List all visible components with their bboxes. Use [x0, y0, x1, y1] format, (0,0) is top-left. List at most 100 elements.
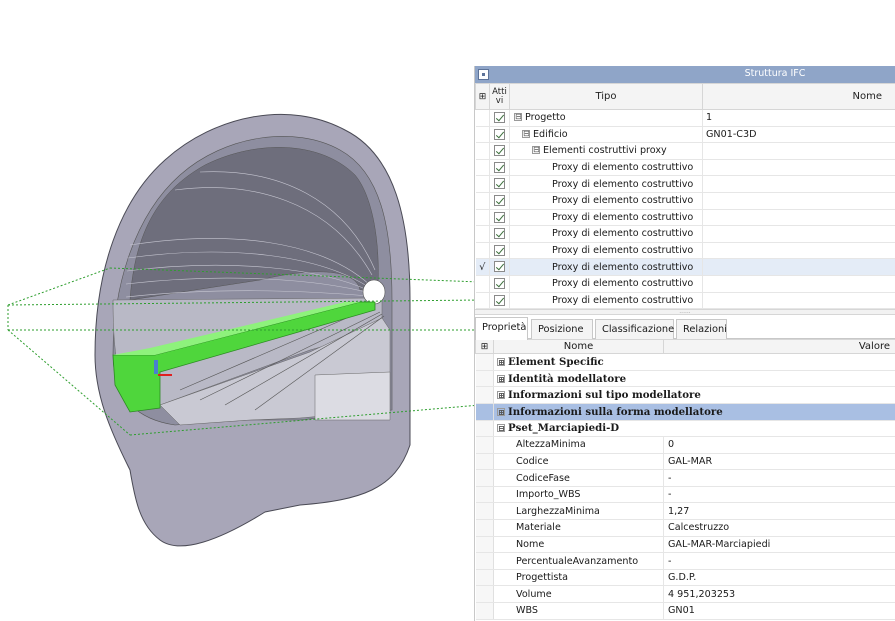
expand-icon[interactable]: ⊞ — [497, 391, 505, 400]
property-group-label-cell[interactable]: ⊞ Informazioni sulla forma modellatore — [493, 403, 895, 421]
expand-icon[interactable]: ⊞ — [497, 374, 505, 383]
tree-name-cell[interactable] — [702, 258, 895, 276]
3d-viewport[interactable] — [0, 0, 480, 621]
property-group-label-cell[interactable]: ⊞ Element Specific — [493, 353, 895, 371]
tab-relations[interactable]: Relazioni — [676, 319, 727, 340]
property-value[interactable]: 4 951,203253 — [663, 585, 895, 604]
active-checkbox[interactable] — [489, 292, 510, 310]
active-checkbox[interactable] — [489, 142, 510, 160]
active-checkbox[interactable] — [489, 258, 510, 276]
tree-name-cell[interactable] — [702, 159, 895, 177]
tab-position[interactable]: Posizione — [531, 319, 593, 340]
props-header-value[interactable]: Valore — [663, 339, 895, 355]
active-checkbox[interactable] — [489, 126, 510, 144]
active-checkbox[interactable] — [489, 159, 510, 177]
tree-type-cell[interactable]: Proxy di elemento costruttivo — [509, 192, 703, 210]
active-checkbox[interactable] — [489, 109, 510, 127]
tree-type-cell[interactable]: ⊟ Elementi costruttivi proxy — [509, 142, 703, 160]
property-row[interactable]: AltezzaMinima 0 — [475, 436, 895, 454]
tree-row[interactable]: Proxy di elemento costruttivo — [475, 292, 895, 310]
property-row[interactable]: PercentualeAvanzamento - — [475, 552, 895, 570]
active-checkbox[interactable] — [489, 275, 510, 293]
property-row[interactable]: Nome GAL-MAR-Marciapiedi — [475, 536, 895, 554]
property-value[interactable]: GN01 — [663, 602, 895, 620]
property-value[interactable]: 1,27 — [663, 502, 895, 521]
expand-icon[interactable]: ⊞ — [497, 407, 505, 416]
tree-column-chooser-icon[interactable]: ⊞ — [475, 83, 490, 110]
tree-name-cell[interactable] — [702, 142, 895, 160]
tree-name-cell[interactable] — [702, 275, 895, 293]
property-row[interactable]: Progettista G.D.P. — [475, 569, 895, 587]
tree-row[interactable]: √ Proxy di elemento costruttivo — [475, 258, 895, 276]
tree-name-cell[interactable] — [702, 225, 895, 243]
property-group-label-cell[interactable]: ⊟ Pset_Marciapiedi-D — [493, 420, 895, 438]
tree-name-cell[interactable] — [702, 175, 895, 193]
tree-name-cell[interactable] — [702, 192, 895, 210]
tree-type-cell[interactable]: Proxy di elemento costruttivo — [509, 175, 703, 193]
active-checkbox[interactable] — [489, 225, 510, 243]
tree-type-cell[interactable]: Proxy di elemento costruttivo — [509, 159, 703, 177]
property-row[interactable]: Materiale Calcestruzzo — [475, 519, 895, 537]
active-checkbox[interactable] — [489, 242, 510, 260]
tree-row[interactable]: Proxy di elemento costruttivo — [475, 242, 895, 260]
tree-header-active[interactable]: Atti vi — [489, 83, 510, 110]
collapse-icon[interactable]: ⊟ — [514, 113, 522, 122]
tree-name-cell[interactable] — [702, 242, 895, 260]
props-column-chooser-icon[interactable]: ⊞ — [475, 339, 494, 355]
tree-row[interactable]: Proxy di elemento costruttivo — [475, 192, 895, 210]
property-value[interactable]: - — [663, 486, 895, 504]
tree-type-cell[interactable]: ⊟ Edificio — [509, 126, 703, 144]
property-group-row[interactable]: ⊞ Informazioni sul tipo modellatore — [475, 386, 895, 404]
property-row[interactable]: Volume 4 951,203253 — [475, 585, 895, 604]
tree-type-cell[interactable]: Proxy di elemento costruttivo — [509, 258, 703, 276]
property-value[interactable]: GAL-MAR — [663, 453, 895, 471]
tree-type-cell[interactable]: ⊟ Progetto — [509, 109, 703, 127]
tab-classification[interactable]: Classificazione — [595, 319, 674, 340]
tree-name-cell[interactable]: 1 — [702, 109, 895, 127]
tree-header-name[interactable]: Nome — [702, 83, 895, 110]
props-header-name[interactable]: Nome — [493, 339, 664, 355]
tree-type-cell[interactable]: Proxy di elemento costruttivo — [509, 275, 703, 293]
tree-type-cell[interactable]: Proxy di elemento costruttivo — [509, 242, 703, 260]
tree-type-cell[interactable]: Proxy di elemento costruttivo — [509, 225, 703, 243]
tree-type-cell[interactable]: Proxy di elemento costruttivo — [509, 209, 703, 227]
property-value[interactable]: GAL-MAR-Marciapiedi — [663, 536, 895, 554]
tree-type-cell[interactable]: Proxy di elemento costruttivo — [509, 292, 703, 310]
property-value[interactable]: - — [663, 469, 895, 487]
property-row[interactable]: Importo_WBS - — [475, 486, 895, 504]
tree-row[interactable]: ⊟ Progetto 1 — [475, 109, 895, 127]
tree-row[interactable]: Proxy di elemento costruttivo — [475, 159, 895, 177]
property-group-row[interactable]: ⊞ Identità modellatore — [475, 370, 895, 388]
tree-name-cell[interactable]: GN01-C3D — [702, 126, 895, 144]
collapse-icon[interactable]: ⊟ — [522, 129, 530, 138]
tab-properties[interactable]: Proprietà — [475, 317, 528, 341]
tree-row[interactable]: Proxy di elemento costruttivo — [475, 209, 895, 227]
property-group-label-cell[interactable]: ⊞ Identità modellatore — [493, 370, 895, 388]
property-group-row[interactable]: ⊞ Informazioni sulla forma modellatore — [475, 403, 895, 421]
collapse-icon[interactable]: ⊟ — [532, 146, 540, 155]
property-row[interactable]: Codice GAL-MAR — [475, 453, 895, 471]
property-group-row[interactable]: ⊟ Pset_Marciapiedi-D — [475, 420, 895, 438]
property-row[interactable]: WBS GN01 — [475, 602, 895, 620]
tree-row[interactable]: ⊟ Edificio GN01-C3D — [475, 126, 895, 144]
property-value[interactable]: 0 — [663, 436, 895, 454]
property-value[interactable]: - — [663, 552, 895, 570]
property-group-row[interactable]: ⊞ Element Specific — [475, 353, 895, 371]
expand-icon[interactable]: ⊞ — [497, 357, 505, 366]
tree-row[interactable]: ⊟ Elementi costruttivi proxy — [475, 142, 895, 160]
tree-row[interactable]: Proxy di elemento costruttivo — [475, 275, 895, 293]
tree-name-cell[interactable] — [702, 209, 895, 227]
tree-name-cell[interactable] — [702, 292, 895, 310]
tree-row[interactable]: Proxy di elemento costruttivo — [475, 225, 895, 243]
expand-icon[interactable]: ⊟ — [497, 424, 505, 433]
property-row[interactable]: LarghezzaMinima 1,27 — [475, 502, 895, 521]
active-checkbox[interactable] — [489, 175, 510, 193]
property-row[interactable]: CodiceFase - — [475, 469, 895, 487]
tree-header-type[interactable]: Tipo — [509, 83, 703, 110]
active-checkbox[interactable] — [489, 209, 510, 227]
tree-row[interactable]: Proxy di elemento costruttivo — [475, 175, 895, 193]
active-checkbox[interactable] — [489, 192, 510, 210]
property-value[interactable]: Calcestruzzo — [663, 519, 895, 537]
property-value[interactable]: G.D.P. — [663, 569, 895, 587]
property-group-label-cell[interactable]: ⊞ Informazioni sul tipo modellatore — [493, 386, 895, 404]
